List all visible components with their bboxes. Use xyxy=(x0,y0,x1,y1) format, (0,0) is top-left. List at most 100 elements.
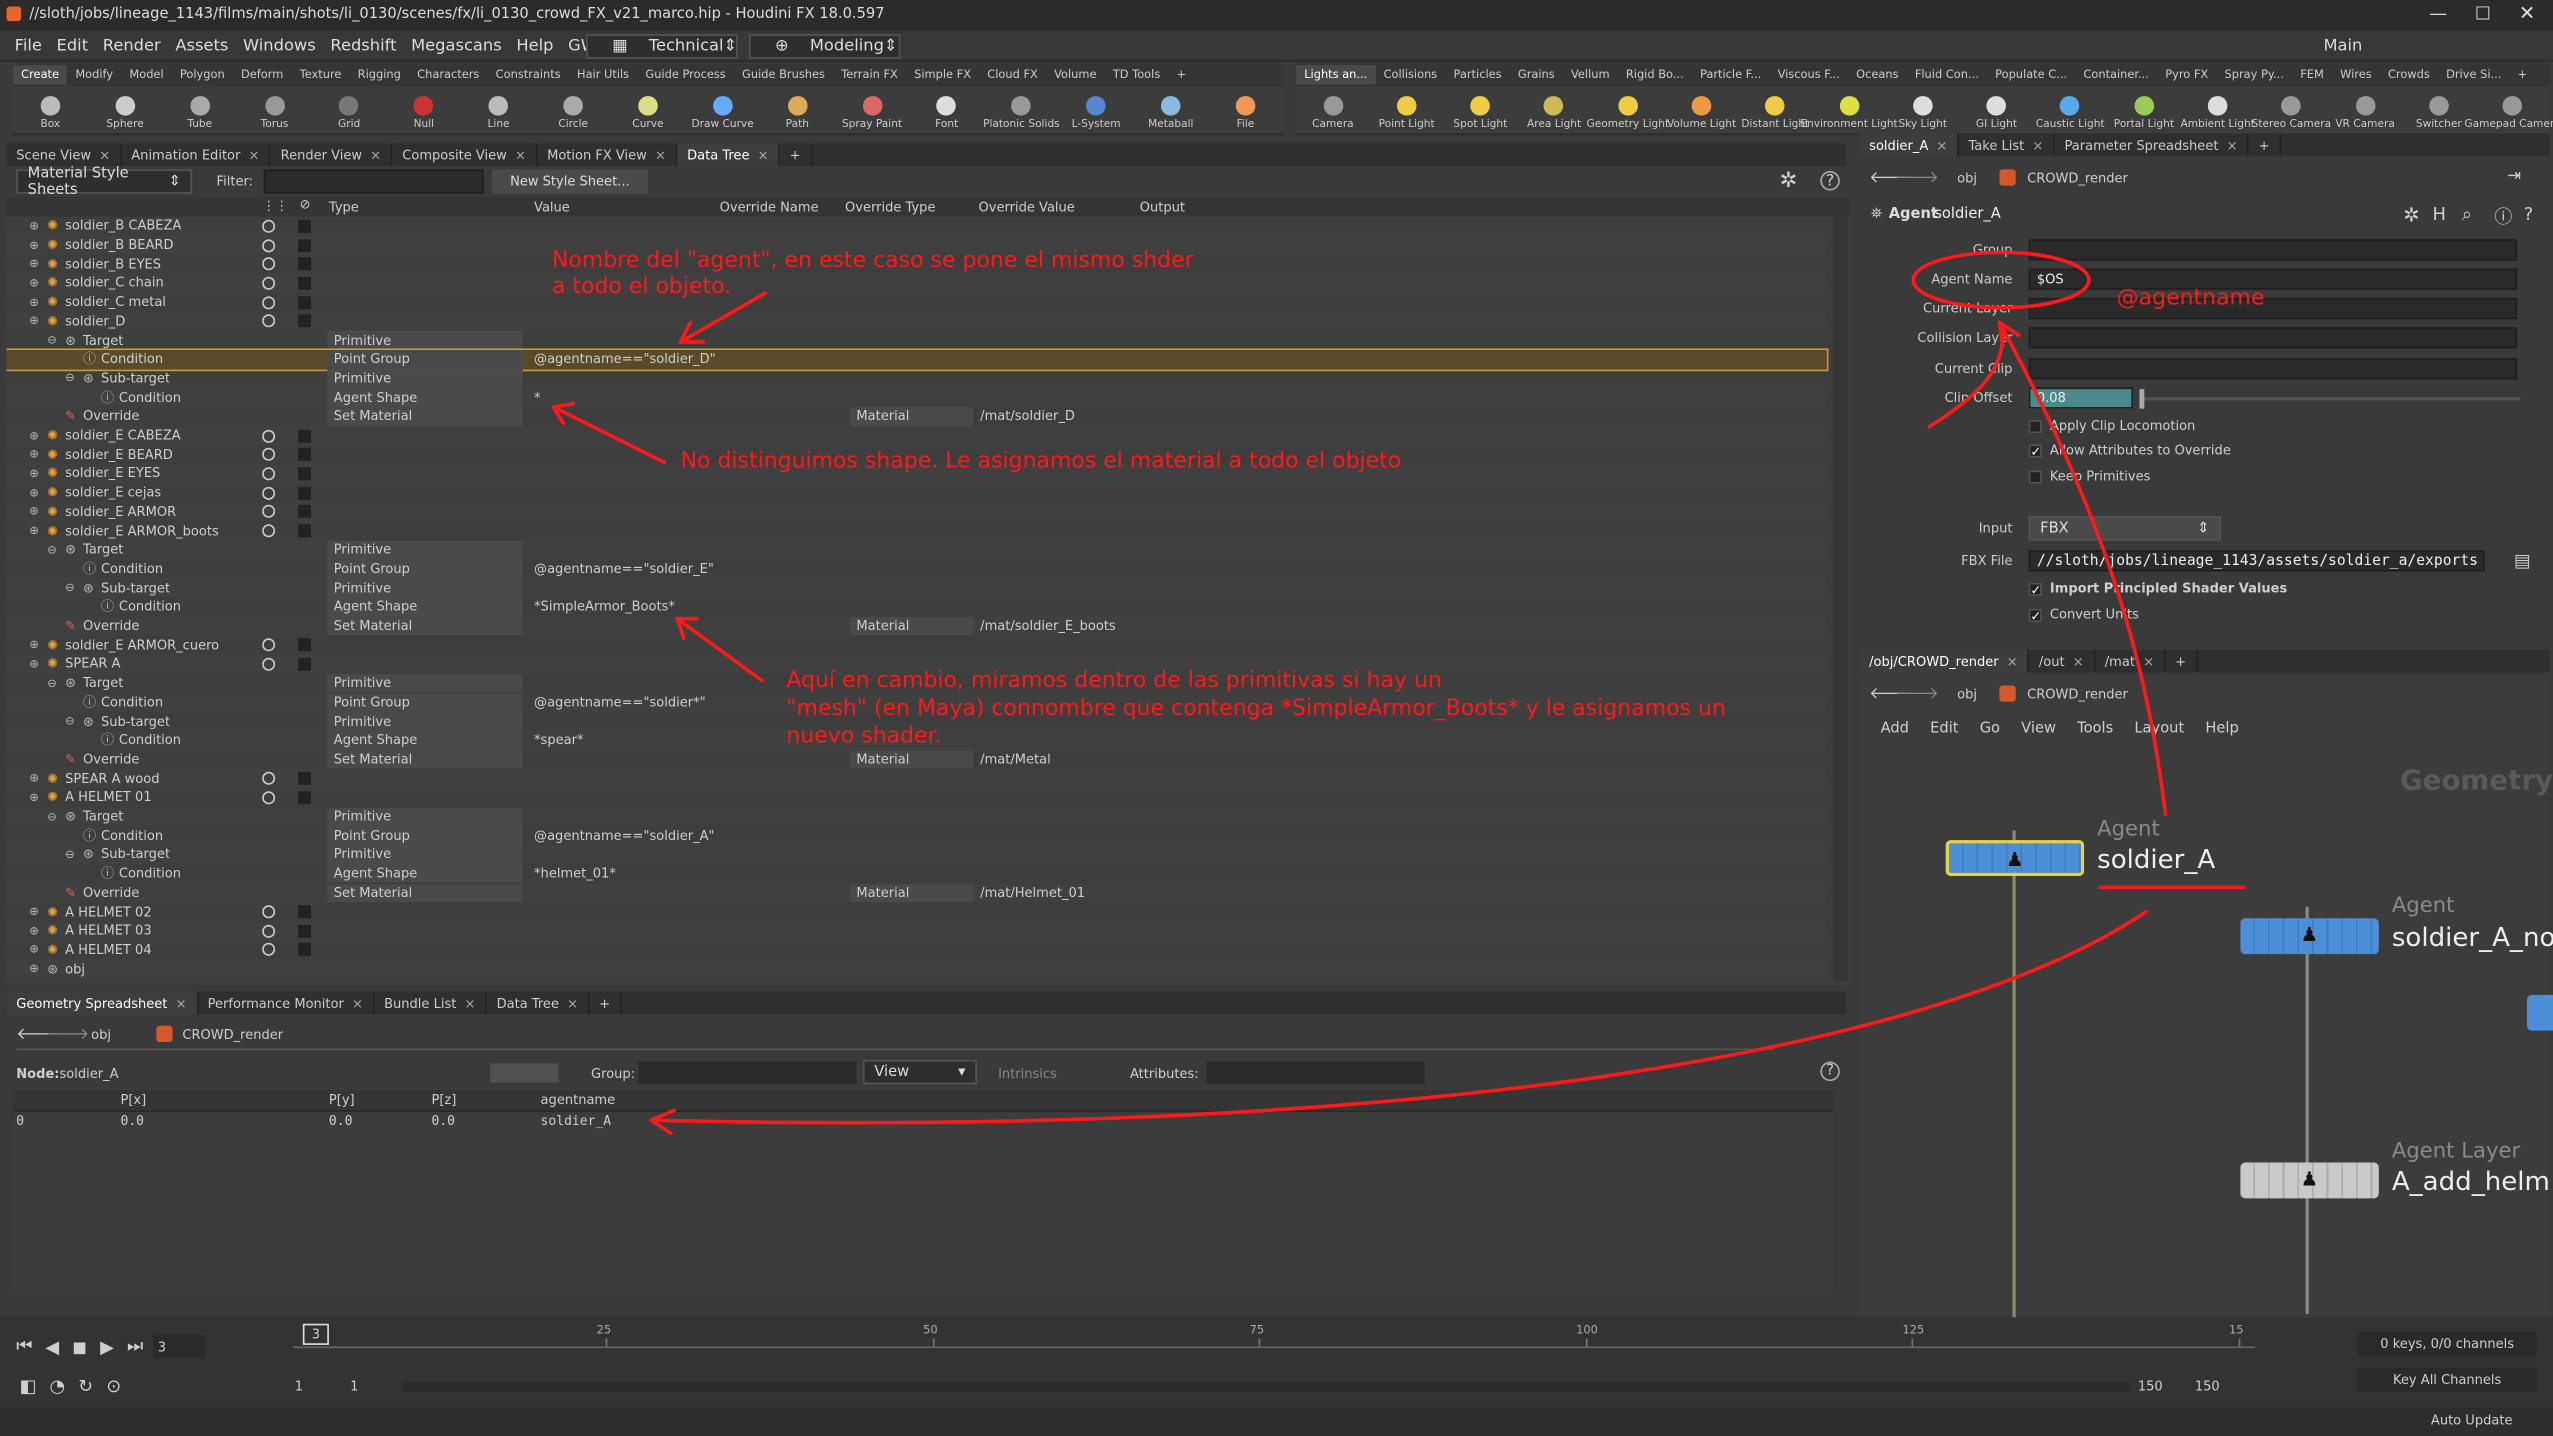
mss-row[interactable]: ⊕ ✺ soldier_C chain xyxy=(6,273,1827,293)
minimize-button[interactable]: — xyxy=(2429,3,2447,24)
add-tab-icon[interactable]: + xyxy=(780,143,812,167)
pane-tab[interactable]: Geometry Spreadsheet × xyxy=(6,991,198,1015)
agent-node-soldier-a[interactable]: ♟ xyxy=(1945,840,2085,876)
mss-type-dropdown[interactable]: Agent Shape xyxy=(327,864,523,884)
expand-icon[interactable]: ⊕ xyxy=(29,940,39,959)
close-tab-icon[interactable]: × xyxy=(567,996,578,1011)
expand-icon[interactable]: ⊕ xyxy=(29,959,39,978)
shelf-tab[interactable]: Crowds xyxy=(2380,65,2438,85)
pane-tab[interactable]: /obj/CROWD_render × xyxy=(1859,649,2030,673)
mss-value-field[interactable]: *spear* xyxy=(534,731,716,750)
mss-type-dropdown[interactable]: Point Group xyxy=(327,692,523,712)
mss-type-dropdown[interactable]: Primitive xyxy=(327,330,523,350)
mss-value-field[interactable]: @agentname=="soldier_E" xyxy=(534,559,716,578)
allow-attributes-toggle[interactable]: ✓ Allow Attributes to Override xyxy=(2028,443,2231,458)
pane-tab[interactable]: Composite View × xyxy=(392,143,538,167)
visibility-toggle[interactable] xyxy=(262,502,276,521)
end-frame-field[interactable]: 150 xyxy=(2195,1379,2220,1394)
net-menu-item[interactable]: Tools xyxy=(2077,721,2113,737)
mss-row[interactable]: ⊕ ✺ SPEAR A wood xyxy=(6,768,1827,789)
shelf-tab[interactable]: Guide Process xyxy=(637,65,734,85)
expand-icon[interactable]: ⊖ xyxy=(47,674,57,693)
shelf-tab[interactable]: Create xyxy=(13,65,68,85)
net-forward-icon[interactable]: 🡒 xyxy=(1895,684,1939,703)
visibility-toggle[interactable] xyxy=(262,236,276,255)
visibility-toggle[interactable] xyxy=(262,902,276,921)
mss-row[interactable]: ✎ Override Set Material Material/mat/Helmet… xyxy=(6,883,1827,903)
menu-edit[interactable]: Edit xyxy=(57,37,89,55)
shelf-tool[interactable]: Geometry Light xyxy=(1587,86,1669,133)
shelf-tab[interactable]: Polygon xyxy=(172,65,233,85)
enable-toggle[interactable] xyxy=(297,940,311,959)
menu-render[interactable]: Render xyxy=(103,37,161,55)
close-button[interactable]: ✕ xyxy=(2519,2,2535,25)
fbx-file-field[interactable]: //sloth/jobs/lineage_1143/assets/soldier… xyxy=(2028,550,2485,572)
close-tab-icon[interactable]: × xyxy=(758,147,769,162)
shelf-tool[interactable]: Sphere xyxy=(88,86,163,133)
shelf-tab[interactable]: Rigging xyxy=(350,65,409,85)
shelf-tab[interactable]: TD Tools xyxy=(1105,65,1169,85)
mss-type-dropdown[interactable]: Agent Shape xyxy=(327,730,523,750)
clip-offset-field[interactable]: 0.08 xyxy=(2028,387,2133,409)
maximize-button[interactable]: ☐ xyxy=(2475,3,2491,24)
mss-type-dropdown[interactable]: Set Material xyxy=(327,749,523,769)
net-path-net[interactable]: CROWD_render xyxy=(2027,687,2128,702)
visibility-toggle[interactable] xyxy=(262,274,276,293)
shelf-tab[interactable]: Constraints xyxy=(488,65,569,85)
spreadsheet-help-icon[interactable]: ? xyxy=(1820,1061,1840,1082)
mss-row[interactable]: ⊕ ✺ soldier_E cejas xyxy=(7,483,1827,502)
shelf-tab[interactable]: Drive Si... xyxy=(2438,65,2510,85)
mss-selector[interactable]: Material Style Sheets ⇕ xyxy=(16,165,193,198)
shelf-tool[interactable]: Area Light xyxy=(1517,86,1591,133)
mss-override-type[interactable]: Material xyxy=(849,407,974,427)
expand-icon[interactable]: ⊕ xyxy=(29,464,39,483)
net-menu-item[interactable]: Add xyxy=(1881,721,1909,737)
visibility-toggle[interactable] xyxy=(262,940,276,959)
agent-node-soldier-a-no[interactable]: ♟ xyxy=(2240,918,2379,955)
expand-icon[interactable]: ⊕ xyxy=(29,236,39,255)
main-desktop[interactable]: Main xyxy=(2299,34,2544,59)
desktop-select[interactable]: ▦ Technical ⇕ xyxy=(586,34,738,59)
filter-input[interactable] xyxy=(263,169,484,194)
mss-scrollbar[interactable] xyxy=(1833,216,1849,982)
expand-icon[interactable]: ⊖ xyxy=(65,369,75,388)
shelf-tab[interactable]: FEM xyxy=(2292,65,2332,85)
shelf-tool[interactable]: Spray Paint xyxy=(835,86,910,133)
add-shelf-tab-icon[interactable]: + xyxy=(2510,65,2536,85)
pane-tab[interactable]: /mat × xyxy=(2095,649,2166,673)
shelf-tool[interactable]: Point Light xyxy=(1370,86,1444,133)
close-tab-icon[interactable]: × xyxy=(515,147,526,162)
mss-override-type[interactable]: Material xyxy=(849,749,974,769)
expand-icon[interactable]: ⊖ xyxy=(65,845,75,864)
enable-toggle[interactable] xyxy=(297,293,311,312)
shelf-tool[interactable]: Volume Light xyxy=(1665,86,1739,133)
mss-row[interactable]: ⓘ Condition Agent Shape *helmet_01* xyxy=(7,864,1827,884)
shelf-tool[interactable]: VR Camera xyxy=(2328,86,2402,133)
close-tab-icon[interactable]: × xyxy=(176,996,187,1011)
mss-type-dropdown[interactable]: Point Group xyxy=(327,826,523,846)
expand-icon[interactable]: ⊖ xyxy=(47,331,57,350)
shelf-tab[interactable]: Simple FX xyxy=(906,65,979,85)
loop-icon[interactable]: ↻ xyxy=(78,1375,93,1396)
help-icon[interactable]: ? xyxy=(1820,170,1840,191)
mss-row[interactable]: ⊖ ⊛ Sub-target Primitive xyxy=(6,845,1827,865)
shelf-tab[interactable]: Characters xyxy=(409,65,488,85)
mss-override-type[interactable]: Material xyxy=(849,883,974,903)
expand-icon[interactable]: ⊖ xyxy=(47,540,57,559)
close-tab-icon[interactable]: × xyxy=(2032,138,2043,153)
shelf-tool[interactable]: Circle xyxy=(536,86,611,133)
expand-icon[interactable]: ⊕ xyxy=(29,502,39,521)
shelf-tab[interactable]: Collisions xyxy=(1375,65,1445,85)
jump-end-button[interactable]: ⏭ xyxy=(127,1335,143,1358)
mss-row[interactable]: ⊖ ⊛ Sub-target Primitive xyxy=(7,368,1827,388)
audio-icon[interactable]: ◧ xyxy=(20,1375,37,1396)
net-menu-item[interactable]: Layout xyxy=(2134,721,2184,737)
mss-override-value[interactable]: /mat/Metal xyxy=(980,750,1051,769)
mss-row[interactable]: ⊖ ⊛ Target Primitive xyxy=(6,540,1827,560)
mss-override-value[interactable]: /mat/soldier_D xyxy=(980,407,1075,426)
mss-row[interactable]: ⓘ Condition Agent Shape *SimpleArmor_Boots* xyxy=(7,597,1827,617)
param-help-book-icon[interactable]: H xyxy=(2433,204,2446,225)
visibility-toggle[interactable] xyxy=(262,293,276,312)
mss-row[interactable]: ⊕ ✺ soldier_C metal xyxy=(7,293,1827,312)
mss-type-dropdown[interactable]: Primitive xyxy=(327,711,523,731)
